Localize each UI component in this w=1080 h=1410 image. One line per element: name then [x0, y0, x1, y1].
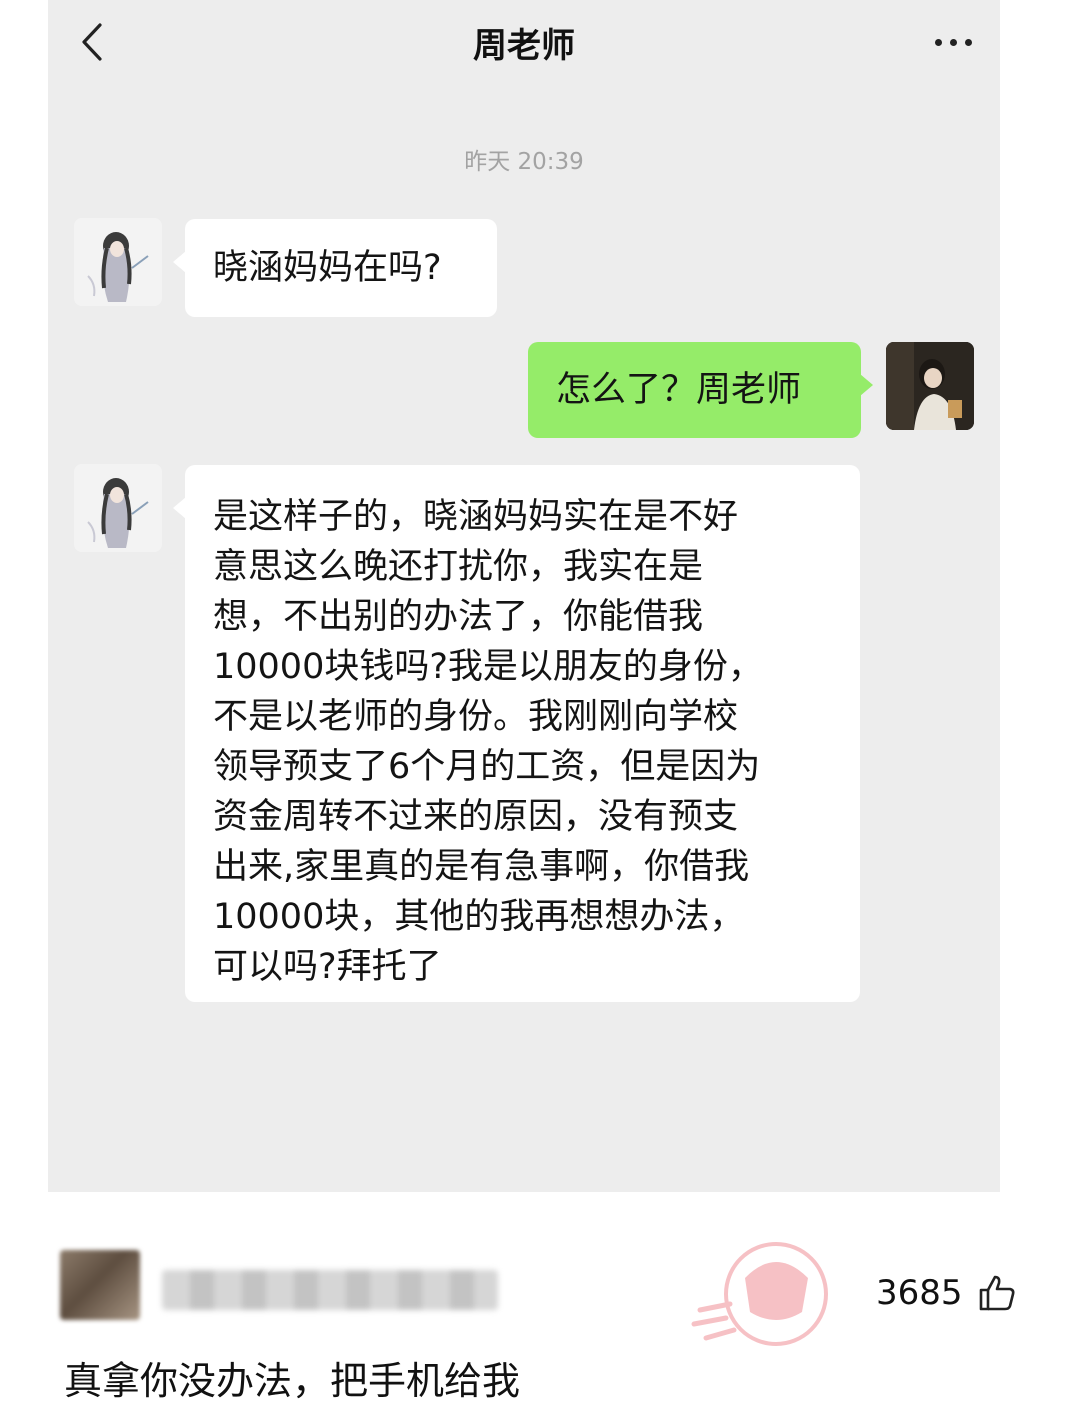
- like-count: 3685: [876, 1273, 963, 1313]
- chat-header: 周老师: [48, 0, 1000, 90]
- more-button[interactable]: [918, 20, 988, 64]
- message-bubble-outgoing[interactable]: 怎么了？周老师: [528, 342, 873, 438]
- more-dots-icon: [934, 38, 942, 46]
- comment-text: 真拿你没办法，把手机给我: [64, 1359, 521, 1403]
- like-button[interactable]: 3685: [876, 1268, 1017, 1318]
- message-text: 怎么了？周老师: [556, 370, 802, 410]
- commenter-avatar-blurred[interactable]: [60, 1250, 140, 1320]
- thumbs-up-icon: [979, 1275, 1015, 1311]
- teacher-avatar[interactable]: [74, 218, 162, 306]
- message-bubble-incoming[interactable]: 晓涵妈妈在吗?: [173, 219, 497, 317]
- commenter-name-blurred[interactable]: [162, 1270, 498, 1310]
- message-text: 是这样子的，晓涵妈妈实在是不好 意思这么晚还打扰你，我实在是 想，不出别的办法了…: [213, 497, 763, 987]
- my-avatar[interactable]: [886, 342, 974, 430]
- message-timestamp: 昨天 20:39: [464, 149, 584, 175]
- chat-title: 周老师: [473, 26, 575, 66]
- chat-screenshot: 周老师 昨天 20:39 晓涵妈妈在吗? 怎么了？周老师 是这样子的，晓涵妈妈实…: [48, 0, 1000, 1192]
- message-bubble-incoming[interactable]: 是这样子的，晓涵妈妈实在是不好 意思这么晚还打扰你，我实在是 想，不出别的办法了…: [173, 465, 860, 1002]
- message-text: 晓涵妈妈在吗?: [213, 248, 442, 288]
- teacher-avatar[interactable]: [74, 464, 162, 552]
- watermark-logo: [690, 1232, 860, 1362]
